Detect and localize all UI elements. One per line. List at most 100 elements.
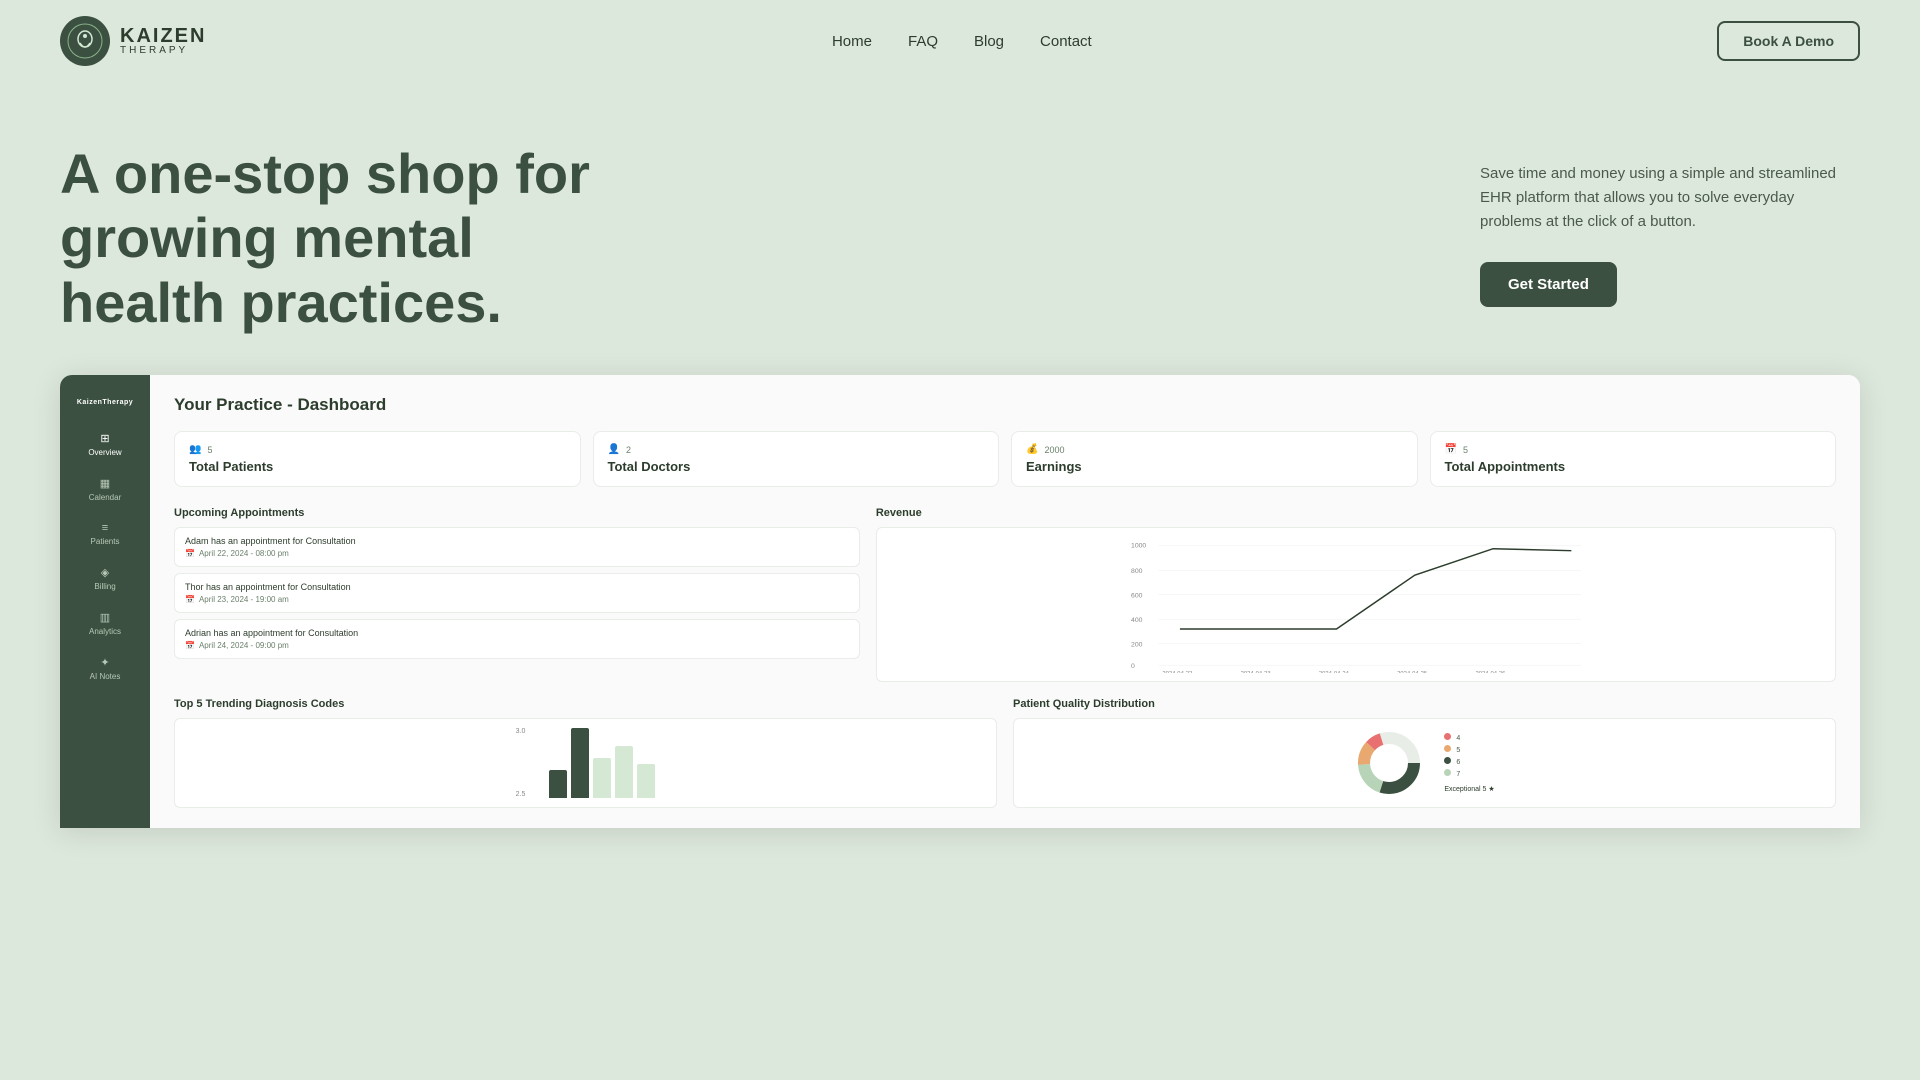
navbar: KAIZEN THERAPY Home FAQ Blog Contact Boo… (0, 0, 1920, 82)
sidebar-label-billing: Billing (94, 582, 115, 591)
ainotes-icon: ✦ (100, 656, 109, 669)
revenue-chart: 1000 800 600 400 200 0 (876, 527, 1836, 682)
svg-text:400: 400 (1131, 617, 1143, 624)
bar-y-label-1: 2.5 (516, 791, 526, 798)
hero-left: A one-stop shop for growing mental healt… (60, 142, 1400, 335)
legend-dot-1 (1444, 745, 1451, 752)
analytics-icon: ▥ (100, 611, 110, 624)
svg-text:2024-04-23: 2024-04-23 (1240, 671, 1270, 673)
quality-note: Exceptional 5 ★ (1444, 785, 1494, 793)
quality-chart-body: 4 5 6 7 Ex (1013, 718, 1836, 808)
sidebar-item-patients[interactable]: ≡ Patients (60, 512, 150, 556)
hero-section: A one-stop shop for growing mental healt… (0, 82, 1920, 375)
sidebar-label-ainotes: AI Notes (90, 672, 121, 681)
cal-icon-1: 📅 (185, 595, 195, 604)
diagnosis-title: Top 5 Trending Diagnosis Codes (174, 698, 997, 710)
dashboard-mockup: KaizenTherapy ⊞ Overview ▦ Calendar ≡ Pa… (60, 375, 1860, 828)
upcoming-title: Upcoming Appointments (174, 507, 860, 519)
hero-title: A one-stop shop for growing mental healt… (60, 142, 610, 335)
appointment-item-0: Adam has an appointment for Consultation… (174, 527, 860, 567)
sidebar-item-ainotes[interactable]: ✦ AI Notes (60, 646, 150, 691)
patients-count: 5 (207, 445, 212, 455)
calendar-icon: ▦ (100, 477, 110, 490)
svg-text:2024-04-26: 2024-04-26 (1475, 671, 1505, 673)
bar-y-label-0: 3.0 (516, 728, 526, 735)
logo-icon (60, 16, 110, 66)
appt-date-text-1: April 23, 2024 - 19:00 am (199, 595, 289, 604)
nav-blog[interactable]: Blog (974, 33, 1004, 50)
svg-text:600: 600 (1131, 593, 1143, 600)
upcoming-section: Upcoming Appointments Adam has an appoin… (174, 507, 860, 682)
donut-legend: 4 5 6 7 Ex (1444, 733, 1494, 793)
sidebar-item-calendar[interactable]: ▦ Calendar (60, 467, 150, 512)
bar-chart (549, 728, 655, 798)
overview-icon: ⊞ (100, 432, 109, 445)
svg-text:800: 800 (1131, 568, 1143, 575)
svg-text:2024-04-25: 2024-04-25 (1397, 671, 1428, 673)
legend-label-2: 6 (1456, 759, 1460, 766)
patients-stat-icon: 👥 (189, 444, 201, 455)
appt-date-1: 📅 April 23, 2024 - 19:00 am (185, 595, 849, 604)
nav-faq[interactable]: FAQ (908, 33, 938, 50)
sidebar-label-overview: Overview (88, 448, 121, 457)
nav-contact[interactable]: Contact (1040, 33, 1092, 50)
diagnosis-chart-body: 3.0 2.5 (174, 718, 997, 808)
appt-date-text-0: April 22, 2024 - 08:00 pm (199, 549, 289, 558)
sidebar-label-analytics: Analytics (89, 627, 121, 636)
bar-0 (549, 770, 567, 798)
svg-text:2024-04-24: 2024-04-24 (1319, 671, 1350, 673)
quality-card: Patient Quality Distribution (1013, 698, 1836, 808)
sidebar-item-billing[interactable]: ◈ Billing (60, 556, 150, 601)
svg-text:200: 200 (1131, 642, 1143, 649)
cal-icon-2: 📅 (185, 641, 195, 650)
legend-label-3: 7 (1456, 771, 1460, 778)
nav-home[interactable]: Home (832, 33, 872, 50)
stat-card-earnings: 💰 2000 Earnings (1011, 431, 1418, 487)
legend-label-1: 5 (1456, 747, 1460, 754)
svg-text:1000: 1000 (1131, 543, 1146, 550)
sidebar-label-calendar: Calendar (89, 493, 121, 502)
appointments-stat-icon: 📅 (1445, 444, 1457, 455)
sidebar-brand: KaizenTherapy (60, 391, 150, 422)
hero-description: Save time and money using a simple and s… (1480, 162, 1840, 234)
svg-text:2024-04-22: 2024-04-22 (1162, 671, 1192, 673)
logo: KAIZEN THERAPY (60, 16, 206, 66)
bar-4 (637, 764, 655, 798)
diagnosis-card: Top 5 Trending Diagnosis Codes 3.0 2.5 (174, 698, 997, 808)
nav-links: Home FAQ Blog Contact (832, 33, 1092, 50)
appointment-item-1: Thor has an appointment for Consultation… (174, 573, 860, 613)
stat-cards: 👥 5 Total Patients 👤 2 Total Doctors 💰 2… (174, 431, 1836, 487)
book-demo-button[interactable]: Book A Demo (1717, 21, 1860, 61)
legend-label-0: 4 (1456, 735, 1460, 742)
sidebar-item-analytics[interactable]: ▥ Analytics (60, 601, 150, 646)
doctors-stat-icon: 👤 (608, 444, 620, 455)
bar-1 (571, 728, 589, 798)
stat-card-doctors: 👤 2 Total Doctors (593, 431, 1000, 487)
svg-text:0: 0 (1131, 663, 1135, 670)
appt-name-0: Adam has an appointment for Consultation (185, 536, 849, 546)
get-started-button[interactable]: Get Started (1480, 262, 1617, 307)
legend-dot-2 (1444, 757, 1451, 764)
dashboard-bottom: Upcoming Appointments Adam has an appoin… (174, 507, 1836, 682)
bar-3 (615, 746, 633, 798)
appt-date-0: 📅 April 22, 2024 - 08:00 pm (185, 549, 849, 558)
appt-date-text-2: April 24, 2024 - 09:00 pm (199, 641, 289, 650)
logo-kaizen: KAIZEN (120, 26, 206, 46)
appt-date-2: 📅 April 24, 2024 - 09:00 pm (185, 641, 849, 650)
sidebar: KaizenTherapy ⊞ Overview ▦ Calendar ≡ Pa… (60, 375, 150, 828)
appointments-count: 5 (1463, 445, 1468, 455)
hero-right: Save time and money using a simple and s… (1480, 142, 1860, 307)
dashboard-title: Your Practice - Dashboard (174, 395, 1836, 415)
earnings-count: 2000 (1044, 445, 1064, 455)
doctors-label: Total Doctors (608, 459, 985, 474)
sidebar-item-overview[interactable]: ⊞ Overview (60, 422, 150, 467)
legend-item-0: 4 (1444, 733, 1494, 742)
stat-card-patients: 👥 5 Total Patients (174, 431, 581, 487)
revenue-section: Revenue 1000 800 600 400 200 0 (876, 507, 1836, 682)
legend-dot-3 (1444, 769, 1451, 776)
earnings-label: Earnings (1026, 459, 1403, 474)
legend-dot-0 (1444, 733, 1451, 740)
appointments-label: Total Appointments (1445, 459, 1822, 474)
billing-icon: ◈ (101, 566, 109, 579)
lower-section: Top 5 Trending Diagnosis Codes 3.0 2.5 (174, 698, 1836, 808)
